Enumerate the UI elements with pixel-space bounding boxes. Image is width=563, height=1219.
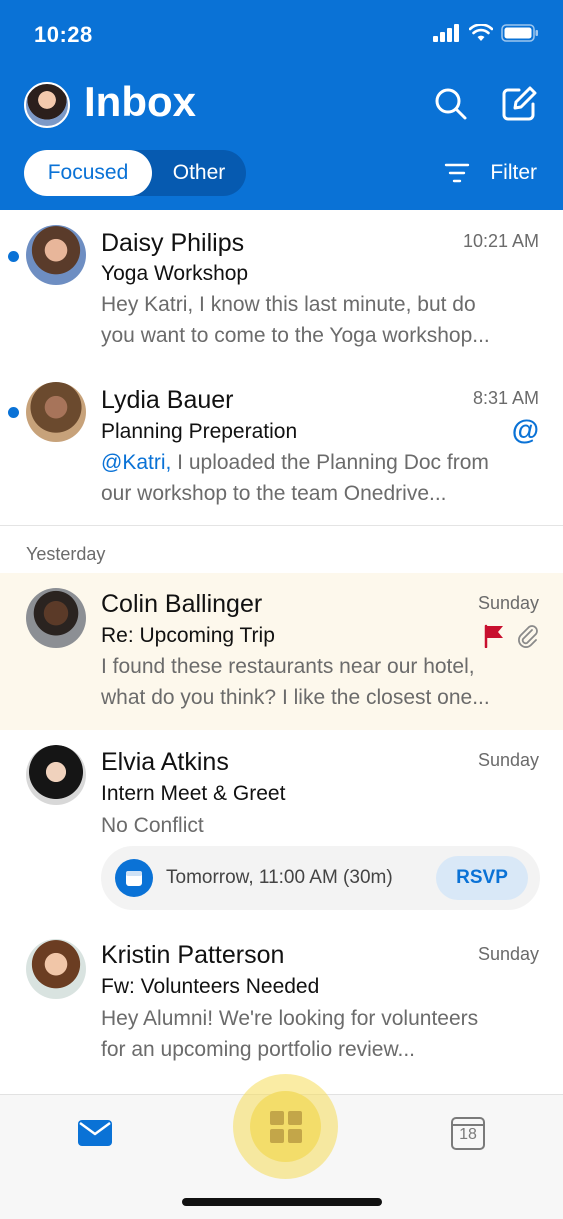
app-header: 10:28 Inbox Focused Other Filter <box>0 0 563 210</box>
title-row: Inbox <box>24 78 539 130</box>
unread-indicator <box>8 407 19 418</box>
focused-other-toggle: Focused Other <box>24 150 246 196</box>
page-title: Inbox <box>84 78 196 125</box>
mail-icon <box>78 1120 112 1146</box>
mail-preview-line: what do you think? I like the closest on… <box>101 686 490 709</box>
avatar <box>26 939 86 999</box>
tab-apps[interactable] <box>250 1091 321 1162</box>
mail-sender: Lydia Bauer <box>101 386 234 414</box>
home-indicator <box>182 1198 382 1206</box>
mail-subject: Fw: Volunteers Needed <box>101 975 320 998</box>
compose-button[interactable] <box>499 84 539 124</box>
mail-preview: No Conflict <box>101 810 541 841</box>
filter-icon <box>445 163 470 183</box>
avatar <box>26 745 86 805</box>
battery-icon <box>501 24 538 42</box>
avatar <box>26 225 86 285</box>
tab-focused[interactable]: Focused <box>24 150 152 196</box>
inbox-tab-row: Focused Other Filter <box>24 150 539 196</box>
unread-indicator <box>8 251 19 262</box>
mail-time: 8:31 AM <box>472 388 539 408</box>
mail-subject: Planning Preperation <box>101 420 298 443</box>
mail-time: Sunday <box>477 944 539 964</box>
mail-subject: Intern Meet & Greet <box>101 782 286 805</box>
apps-grid-icon <box>269 1110 302 1143</box>
tab-mail[interactable] <box>75 1115 115 1151</box>
account-avatar[interactable] <box>24 82 70 128</box>
mail-time: Sunday <box>477 593 539 613</box>
mail-preview-line: our workshop to the team Onedrive... <box>101 482 447 505</box>
mail-preview: Hey Katri, I know this last minute, but … <box>101 289 541 351</box>
mail-preview-line: for an upcoming portfolio review... <box>101 1038 415 1061</box>
mail-preview-line: Hey Katri, I know this last minute, but … <box>101 293 476 316</box>
mail-subject: Yoga Workshop <box>101 262 249 285</box>
filter-label: Filter <box>490 161 537 184</box>
filter-button[interactable]: Filter <box>444 150 537 196</box>
section-label-yesterday: Yesterday <box>26 544 106 564</box>
status-time: 10:28 <box>34 22 93 47</box>
list-item[interactable]: Elvia Atkins Sunday Intern Meet & Greet … <box>0 730 563 925</box>
mail-preview-line: @Katri, I uploaded the Planning Doc from <box>101 447 541 478</box>
compose-icon <box>502 86 537 121</box>
cellular-signal-icon <box>433 24 459 42</box>
calendar-icon <box>126 871 142 886</box>
mail-preview-line: you want to come to the Yoga workshop... <box>101 324 490 347</box>
wifi-icon <box>469 24 493 41</box>
status-bar: 10:28 <box>34 18 539 50</box>
rsvp-button[interactable]: RSVP <box>436 856 528 900</box>
search-button[interactable] <box>431 84 471 124</box>
mail-subject: Re: Upcoming Trip <box>101 624 275 647</box>
mail-sender: Daisy Philips <box>101 229 245 257</box>
mention-text: @Katri, <box>101 451 172 474</box>
list-item[interactable]: Daisy Philips 10:21 AM Yoga Workshop Hey… <box>0 210 563 370</box>
mail-preview-line: Hey Alumni! We're looking for volunteers <box>101 1007 479 1030</box>
search-icon <box>435 88 467 120</box>
mail-preview: @Katri, I uploaded the Planning Doc from… <box>101 447 541 509</box>
flag-icon <box>484 624 503 648</box>
attachment-icon <box>518 625 538 648</box>
list-item[interactable]: Kristin Patterson Sunday Fw: Volunteers … <box>0 925 563 1090</box>
mail-preview: I found these restaurants near our hotel… <box>101 651 541 713</box>
status-icons <box>433 24 539 42</box>
mail-time: Sunday <box>477 750 539 770</box>
divider <box>0 525 563 526</box>
mail-preview-line: No Conflict <box>101 814 204 837</box>
calendar-badge <box>115 859 153 897</box>
calendar-day: 18 <box>459 1126 477 1143</box>
tab-other[interactable]: Other <box>152 150 246 196</box>
list-item[interactable]: Colin Ballinger Sunday Re: Upcoming Trip… <box>0 573 563 730</box>
event-card[interactable]: Tomorrow, 11:00 AM (30m) RSVP <box>101 846 540 910</box>
mail-sender: Elvia Atkins <box>101 748 229 776</box>
mail-sender: Colin Ballinger <box>101 590 263 618</box>
mail-preview: Hey Alumni! We're looking for volunteers… <box>101 1003 541 1065</box>
avatar <box>26 382 86 442</box>
tab-calendar[interactable]: 18 <box>450 1115 490 1155</box>
list-item[interactable]: Lydia Bauer 8:31 AM Planning Preperation… <box>0 370 563 526</box>
event-time: Tomorrow, 11:00 AM (30m) <box>166 867 393 888</box>
mention-icon: @ <box>511 414 539 445</box>
mail-time: 10:21 AM <box>462 231 539 251</box>
mail-preview-line: I found these restaurants near our hotel… <box>101 655 475 678</box>
mail-preview-text: I uploaded the Planning Doc from <box>171 451 489 474</box>
mail-sender: Kristin Patterson <box>101 941 285 969</box>
avatar <box>26 588 86 648</box>
